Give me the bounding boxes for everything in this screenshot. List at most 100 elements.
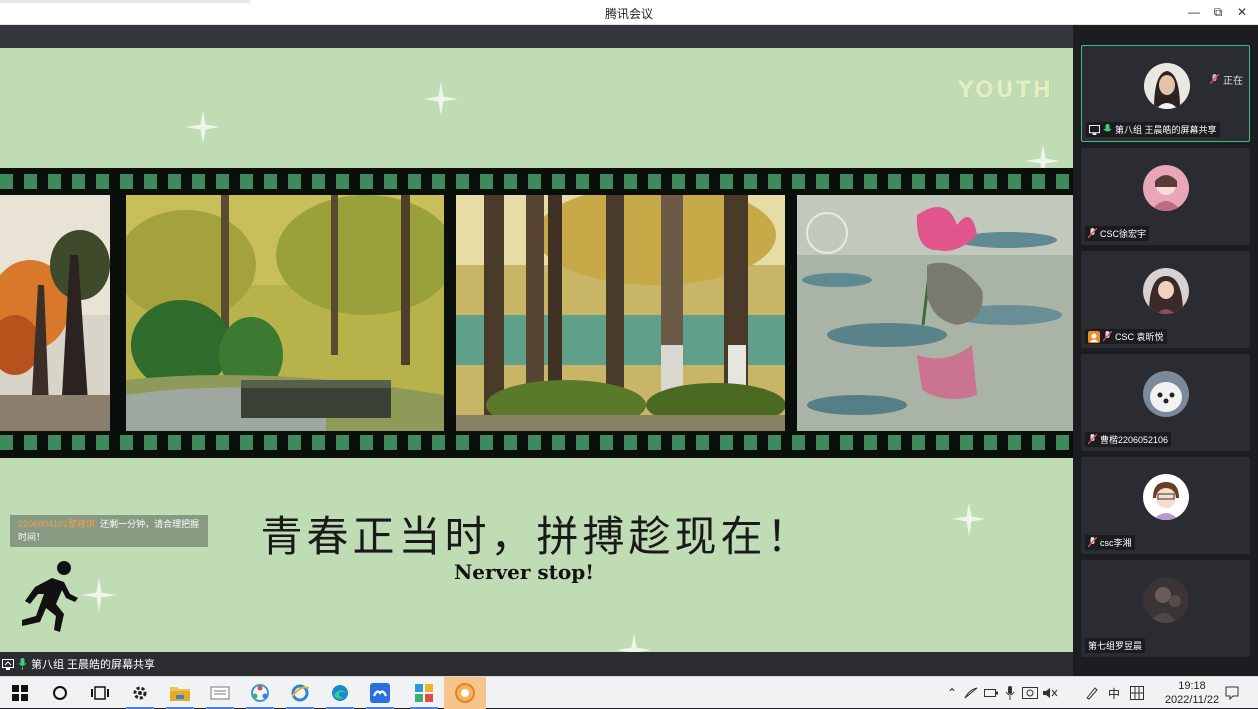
taskbar-file-explorer[interactable] — [160, 677, 200, 709]
participant-name: csc李湘 — [1100, 538, 1132, 548]
film-hole — [936, 435, 949, 450]
film-hole — [456, 435, 469, 450]
film-hole — [1032, 174, 1045, 189]
tray-keyboard-grid-icon[interactable] — [1126, 677, 1148, 709]
mic-muted-icon — [1088, 228, 1097, 239]
film-hole — [528, 435, 541, 450]
speaking-text: 正在 — [1223, 76, 1243, 87]
taskbar-settings[interactable] — [120, 677, 160, 709]
film-hole — [480, 174, 493, 189]
film-hole — [624, 174, 637, 189]
photo-frame-park-bench — [126, 195, 444, 431]
speaking-indicator: 正在 — [1210, 72, 1243, 87]
film-holes-bottom — [0, 435, 1073, 452]
film-hole — [480, 435, 493, 450]
participant-tile[interactable]: 第七组罗昱晨 — [1081, 560, 1250, 657]
mic-muted-icon — [1088, 537, 1097, 548]
film-hole — [456, 174, 469, 189]
avatar — [1143, 474, 1189, 520]
film-hole — [48, 174, 61, 189]
folder-icon — [170, 687, 190, 701]
sparkle-icon — [424, 82, 458, 116]
film-hole — [0, 435, 13, 450]
film-hole — [0, 174, 13, 189]
taskbar-meeting[interactable] — [360, 677, 400, 709]
tray-pen-icon[interactable] — [1082, 677, 1102, 709]
tray-volume-muted-icon[interactable] — [1040, 677, 1060, 709]
participant-name: 第七组罗昱晨 — [1088, 641, 1143, 651]
film-hole — [648, 435, 661, 450]
search-button[interactable] — [40, 677, 80, 709]
film-hole — [912, 435, 925, 450]
taskbar-edge[interactable] — [320, 677, 360, 709]
film-hole — [552, 174, 565, 189]
film-hole — [984, 174, 997, 189]
taskbar-clock[interactable]: 19:18 2022/11/22 — [1160, 679, 1224, 707]
film-hole — [576, 174, 589, 189]
film-hole — [240, 174, 253, 189]
start-button[interactable] — [0, 677, 40, 709]
taskbar-app-grid[interactable] — [404, 677, 444, 709]
taskbar-active-app[interactable] — [444, 677, 486, 709]
film-hole — [600, 435, 613, 450]
participant-label: CSC徐宏宇 — [1085, 226, 1150, 241]
shared-screen-area[interactable]: YOUTH 青春正当时，拼搏趁现在！ Nerver stop! 22060041… — [0, 25, 1073, 676]
taskbar-ie[interactable] — [280, 677, 320, 709]
tray-camera-icon[interactable] — [1020, 677, 1040, 709]
film-hole — [840, 174, 853, 189]
task-view-button[interactable] — [80, 677, 120, 709]
gear-icon — [133, 686, 147, 700]
taskbar-app-network[interactable] — [240, 677, 280, 709]
restore-button[interactable]: ⧉ — [1208, 2, 1228, 22]
film-hole — [552, 435, 565, 450]
film-hole — [624, 435, 637, 450]
film-hole — [288, 174, 301, 189]
film-hole — [72, 174, 85, 189]
notification-center-icon[interactable] — [1222, 677, 1242, 709]
film-hole — [1056, 435, 1069, 450]
mic-muted-icon — [1088, 434, 1097, 445]
tray-mic-icon[interactable] — [1002, 677, 1018, 709]
film-hole — [360, 174, 373, 189]
film-hole — [960, 435, 973, 450]
tray-chevron-up-icon[interactable]: ⌃ — [944, 677, 960, 709]
film-hole — [600, 174, 613, 189]
film-hole — [24, 435, 37, 450]
chat-toast[interactable]: 2206004101黎娅琪: 还剩一分钟，请合理把握时间！ — [10, 515, 208, 547]
film-hole — [384, 435, 397, 450]
film-hole — [96, 174, 109, 189]
film-hole — [144, 174, 157, 189]
tray-battery-icon[interactable] — [982, 677, 1000, 709]
internet-explorer-icon — [291, 684, 310, 702]
film-hole — [960, 174, 973, 189]
participant-tile[interactable]: csc李湘 — [1081, 457, 1250, 554]
participant-panel: 正在 第八组 王晨皓的屏幕共享 CSC徐宏宇 CSC 袁昕悦 曹楷2206052… — [1073, 25, 1258, 676]
participant-tile[interactable]: CSC 袁昕悦 — [1081, 251, 1250, 348]
film-hole — [408, 174, 421, 189]
film-hole — [936, 174, 949, 189]
tray-ime-mode[interactable]: 中 — [1104, 677, 1124, 709]
participant-tile[interactable]: 曹楷2206052106 — [1081, 354, 1250, 451]
slide-subtitle: Nerver stop! — [454, 560, 594, 584]
film-hole — [336, 174, 349, 189]
minimize-button[interactable]: — — [1184, 2, 1204, 22]
share-source-text: 第八组 王晨皓的屏幕共享 — [31, 659, 156, 671]
film-hole — [120, 174, 133, 189]
film-hole — [408, 435, 421, 450]
participant-tile[interactable]: CSC徐宏宇 — [1081, 148, 1250, 245]
film-hole — [288, 435, 301, 450]
film-hole — [432, 174, 445, 189]
edge-browser-icon — [332, 685, 348, 701]
tray-network-icon[interactable] — [962, 677, 980, 709]
film-hole — [384, 174, 397, 189]
participant-name: CSC 袁昕悦 — [1115, 332, 1164, 342]
film-hole — [912, 174, 925, 189]
close-button[interactable]: ✕ — [1232, 2, 1252, 22]
mic-on-icon — [18, 658, 27, 670]
meeting-app-icon — [370, 683, 390, 703]
film-hole — [72, 435, 85, 450]
presentation-slide: YOUTH 青春正当时，拼搏趁现在！ Nerver stop! 22060041… — [0, 48, 1073, 652]
film-hole — [120, 435, 133, 450]
taskbar-app-docs[interactable] — [200, 677, 240, 709]
participant-tile[interactable]: 正在 第八组 王晨皓的屏幕共享 — [1081, 45, 1250, 142]
